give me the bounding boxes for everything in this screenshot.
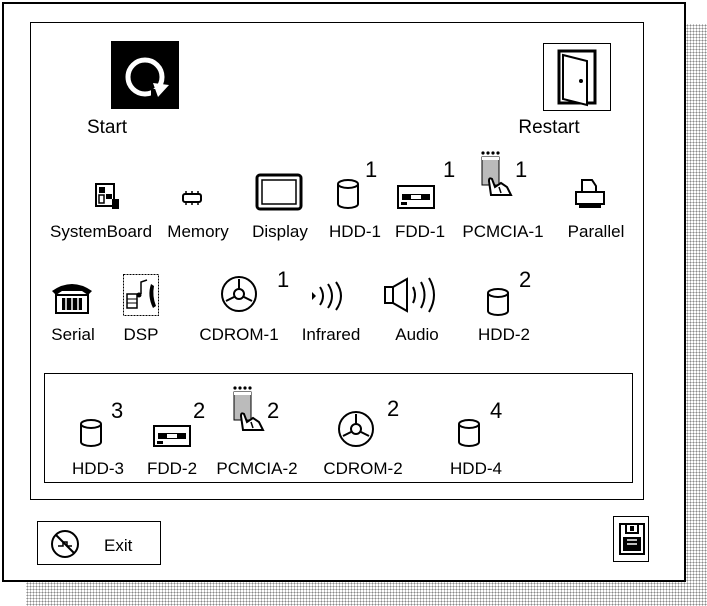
device-label: PCMCIA-2 bbox=[216, 459, 298, 478]
device-number-badge: 1 bbox=[515, 157, 528, 182]
device-label: HDD-2 bbox=[478, 325, 530, 344]
device-label: HDD-1 bbox=[329, 222, 381, 241]
device-label: Audio bbox=[395, 325, 439, 344]
door-icon bbox=[543, 43, 611, 111]
fdd-icon bbox=[153, 425, 191, 447]
device-number-badge: 1 bbox=[277, 267, 290, 292]
pcmcia-icon bbox=[481, 151, 513, 196]
telephone-icon bbox=[52, 284, 92, 314]
device-panel: Start Restart SystemBoard Memory Display… bbox=[30, 22, 644, 500]
dsp-icon bbox=[123, 274, 159, 316]
speaker-icon bbox=[384, 277, 435, 313]
no-entry-icon bbox=[51, 530, 79, 558]
hdd-icon bbox=[337, 179, 359, 209]
device-label: DSP bbox=[123, 325, 159, 344]
docking-station-panel: 3 HDD-3 2 FDD-2 2 PCMCIA-2 2 CDROM-2 4 H… bbox=[44, 373, 633, 483]
restart-label: Restart bbox=[518, 117, 580, 138]
device-label: Memory bbox=[167, 222, 229, 241]
device-number-badge: 1 bbox=[443, 157, 456, 182]
pcmcia-icon bbox=[233, 386, 265, 431]
floppy-disk-icon bbox=[619, 523, 645, 555]
device-label: CDROM-1 bbox=[199, 325, 279, 344]
device-label: PCMCIA-1 bbox=[462, 222, 544, 241]
device-label: HDD-3 bbox=[72, 459, 124, 478]
device-number-badge: 4 bbox=[490, 398, 503, 423]
hdd-icon bbox=[458, 419, 480, 447]
start-icon bbox=[111, 41, 179, 109]
save-button[interactable] bbox=[613, 516, 649, 562]
device-label: SystemBoard bbox=[49, 222, 153, 241]
infrared-icon bbox=[312, 281, 342, 311]
device-label: Serial bbox=[51, 325, 95, 344]
hdd-icon bbox=[487, 288, 509, 316]
start-label: Start bbox=[86, 117, 128, 138]
device-label: Display bbox=[252, 222, 308, 241]
printer-icon bbox=[575, 179, 605, 208]
device-label: FDD-2 bbox=[146, 459, 198, 478]
device-number-badge: 2 bbox=[267, 398, 280, 423]
display-icon bbox=[255, 173, 303, 211]
start-button[interactable] bbox=[77, 41, 179, 109]
systemboard-icon bbox=[95, 183, 119, 209]
device-label: HDD-4 bbox=[450, 459, 502, 478]
cdrom-icon bbox=[338, 411, 374, 447]
device-label: FDD-1 bbox=[394, 222, 446, 241]
hdd-icon bbox=[80, 419, 102, 447]
device-number-badge: 1 bbox=[365, 157, 378, 182]
device-number-badge: 2 bbox=[519, 267, 532, 292]
exit-label: Exit bbox=[104, 536, 133, 555]
device-label: Infrared bbox=[301, 325, 361, 344]
cdrom-icon bbox=[221, 276, 257, 312]
device-label: CDROM-2 bbox=[323, 459, 403, 478]
device-number-badge: 3 bbox=[111, 398, 124, 423]
device-number-badge: 2 bbox=[193, 398, 206, 423]
exit-button[interactable]: Exit bbox=[37, 521, 161, 565]
memory-chip-icon bbox=[182, 191, 202, 205]
device-number-badge: 2 bbox=[387, 396, 400, 421]
device-label: Parallel bbox=[567, 222, 625, 241]
restart-button[interactable] bbox=[509, 43, 611, 111]
fdd-icon bbox=[397, 185, 435, 209]
